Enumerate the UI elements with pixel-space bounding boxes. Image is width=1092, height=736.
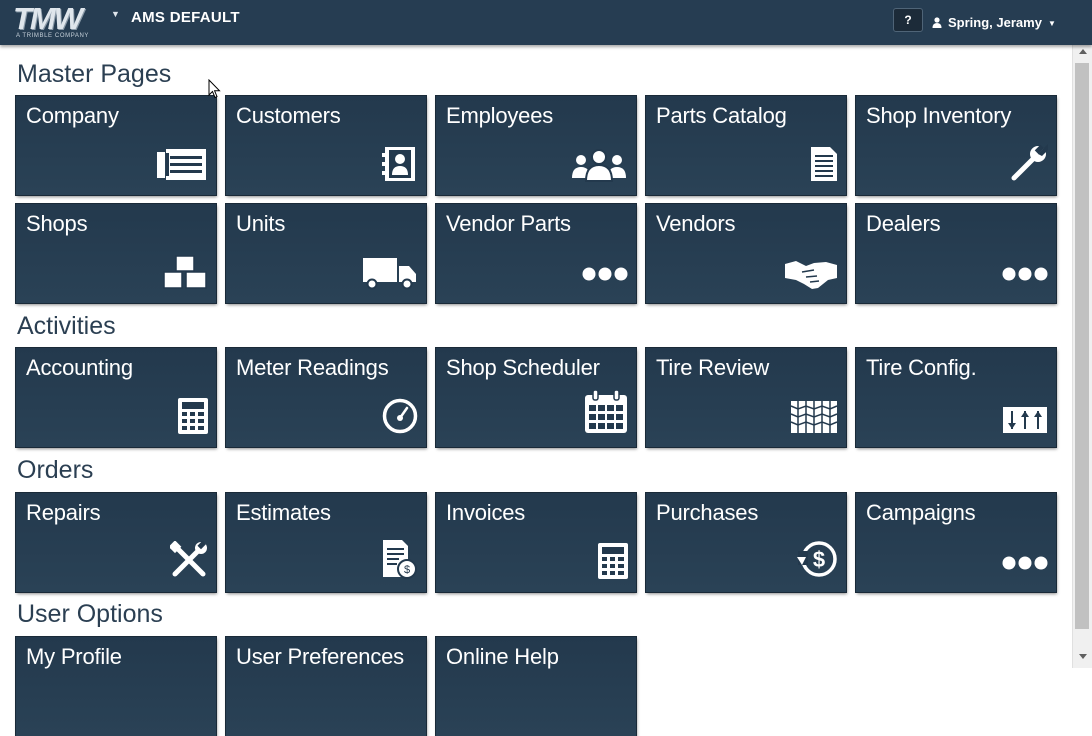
tile-tire-review[interactable]: Tire Review: [646, 348, 846, 447]
wrench-icon: [1010, 144, 1048, 187]
tile-label: Vendors: [656, 211, 736, 236]
section-title-orders: Orders: [17, 456, 94, 484]
tools-icon: [168, 540, 208, 584]
tile-label: Company: [26, 103, 119, 128]
more-dots-icon: [582, 267, 628, 286]
tile-label: My Profile: [26, 644, 122, 669]
tile-estimates[interactable]: Estimates $: [226, 493, 426, 592]
help-button[interactable]: ?: [893, 8, 923, 32]
user-icon: [932, 16, 942, 31]
tile-label: Shop Inventory: [866, 103, 1012, 128]
tile-repairs[interactable]: Repairs: [16, 493, 216, 592]
more-dots-icon: [1002, 556, 1048, 575]
svg-text:$: $: [404, 564, 410, 576]
tile-label: Employees: [446, 103, 554, 128]
chevron-down-icon: ▼: [1047, 19, 1056, 29]
main-content: Master Pages Company Customers Employees…: [0, 45, 1072, 736]
scrollbar-thumb[interactable]: [1075, 63, 1089, 629]
tile-label: Shops: [26, 211, 88, 236]
truck-icon: [362, 256, 418, 295]
tile-label: Customers: [236, 103, 341, 128]
gauge-icon: [382, 398, 418, 439]
mouse-pointer-icon: [208, 78, 221, 104]
calculator-icon: [178, 398, 208, 439]
tile-user-preferences[interactable]: User Preferences: [226, 637, 426, 736]
tile-label: Parts Catalog: [656, 103, 787, 128]
tile-dealers[interactable]: Dealers: [856, 204, 1056, 303]
tile-label: Tire Review: [656, 355, 770, 380]
tile-label: Accounting: [26, 355, 133, 380]
tile-label: User Preferences: [236, 644, 404, 669]
logo-subtext: A TRIMBLE COMPANY: [16, 33, 89, 39]
tile-label: Estimates: [236, 500, 331, 525]
tile-shop-inventory[interactable]: Shop Inventory: [856, 96, 1056, 195]
tile-accounting[interactable]: Accounting: [16, 348, 216, 447]
dollar-history-icon: $: [796, 539, 838, 584]
document-icon: [810, 146, 838, 187]
vertical-scrollbar[interactable]: [1072, 45, 1092, 668]
tile-tire-config[interactable]: Tire Config.: [856, 348, 1056, 447]
tile-label: Dealers: [866, 211, 941, 236]
tile-invoices[interactable]: Invoices: [436, 493, 636, 592]
handshake-icon: [784, 258, 838, 295]
section-title-activities: Activities: [17, 312, 116, 340]
tile-meter-readings[interactable]: Meter Readings: [226, 348, 426, 447]
tile-label: Tire Config.: [866, 355, 977, 380]
more-dots-icon: [1002, 267, 1048, 286]
tile-label: Campaigns: [866, 500, 976, 525]
logo-text: TMW: [13, 1, 83, 36]
tile-company[interactable]: Company: [16, 96, 216, 195]
tile-label: Invoices: [446, 500, 526, 525]
tile-vendor-parts[interactable]: Vendor Parts: [436, 204, 636, 303]
company-card-icon: [156, 146, 208, 187]
app-menu-caret-icon[interactable]: ▼: [111, 9, 120, 19]
tile-label: Vendor Parts: [446, 211, 571, 236]
tile-employees[interactable]: Employees: [436, 96, 636, 195]
tile-label: Shop Scheduler: [446, 355, 600, 380]
scroll-down-arrow-icon[interactable]: [1079, 654, 1087, 659]
tile-shops[interactable]: Shops: [16, 204, 216, 303]
section-title-master-pages: Master Pages: [17, 60, 172, 88]
calculator-icon: [598, 543, 628, 584]
people-icon: [570, 148, 628, 187]
environment-title[interactable]: AMS DEFAULT: [131, 9, 240, 26]
address-book-icon: [382, 146, 418, 187]
tile-campaigns[interactable]: Campaigns: [856, 493, 1056, 592]
top-navbar: TMW A TRIMBLE COMPANY ▼ AMS DEFAULT ? Sp…: [0, 0, 1092, 45]
tile-label: Repairs: [26, 500, 101, 525]
tile-label: Online Help: [446, 644, 559, 669]
section-title-user-options: User Options: [17, 600, 163, 628]
tile-label: Meter Readings: [236, 355, 389, 380]
tire-tread-icon: [790, 400, 838, 439]
tmw-logo[interactable]: TMW A TRIMBLE COMPANY: [13, 1, 103, 43]
sliders-icon: [1002, 406, 1048, 439]
tile-online-help[interactable]: Online Help: [436, 637, 636, 736]
user-name: Spring, Jeramy: [948, 15, 1042, 30]
tile-parts-catalog[interactable]: Parts Catalog: [646, 96, 846, 195]
tile-customers[interactable]: Customers: [226, 96, 426, 195]
boxes-icon: [162, 254, 208, 295]
tile-purchases[interactable]: Purchases $: [646, 493, 846, 592]
calendar-icon: [584, 389, 628, 439]
tile-shop-scheduler[interactable]: Shop Scheduler: [436, 348, 636, 447]
tile-units[interactable]: Units: [226, 204, 426, 303]
estimate-document-icon: $: [382, 539, 418, 584]
tile-label: Units: [236, 211, 286, 236]
tile-my-profile[interactable]: My Profile: [16, 637, 216, 736]
tile-vendors[interactable]: Vendors: [646, 204, 846, 303]
svg-text:$: $: [813, 547, 825, 572]
scroll-up-arrow-icon[interactable]: [1079, 49, 1087, 54]
tile-label: Purchases: [656, 500, 759, 525]
user-menu[interactable]: Spring, Jeramy ▼: [932, 15, 1056, 31]
